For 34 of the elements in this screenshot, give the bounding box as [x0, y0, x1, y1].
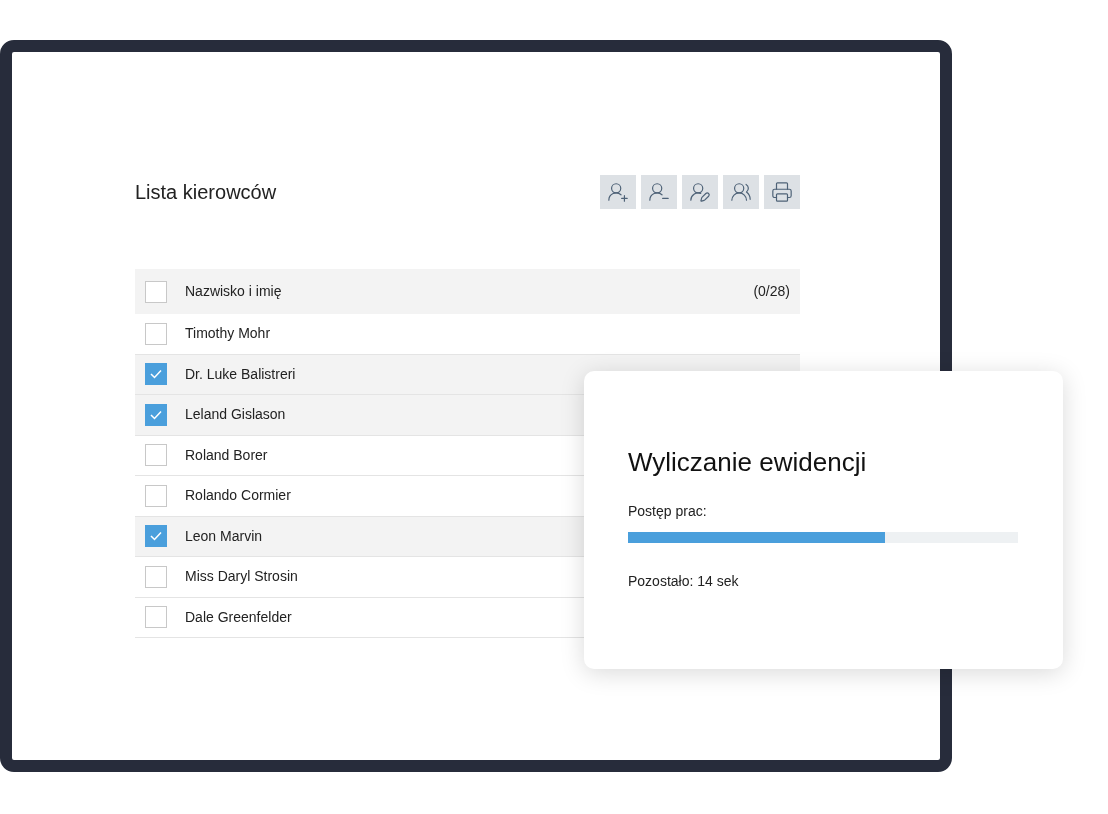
driver-name: Roland Borer [185, 445, 268, 465]
user-minus-icon [648, 181, 670, 203]
checkbox[interactable] [145, 363, 167, 386]
driver-name: Leland Gislason [185, 405, 286, 425]
add-user-button[interactable] [600, 175, 636, 209]
checkmark-icon [150, 369, 162, 380]
driver-name: Rolando Cormier [185, 486, 291, 506]
users-button[interactable] [723, 175, 759, 209]
checkbox[interactable] [145, 565, 167, 588]
checkbox[interactable] [145, 444, 167, 467]
checkbox[interactable] [145, 280, 167, 303]
checkbox[interactable] [145, 322, 167, 345]
user-plus-icon [607, 181, 629, 203]
user-pen-icon [689, 181, 711, 203]
users-icon [730, 181, 752, 203]
driver-name: Leon Marvin [185, 526, 263, 546]
remove-user-button[interactable] [641, 175, 677, 209]
column-header: Nazwisko i imię [185, 282, 283, 301]
edit-user-button[interactable] [682, 175, 718, 209]
selection-count: (0/28) [753, 282, 790, 301]
print-button[interactable] [764, 175, 800, 209]
list-title: Lista kierowców [135, 180, 277, 205]
checkmark-icon [150, 409, 162, 420]
checkbox[interactable] [145, 525, 167, 548]
driver-name: Dr. Luke Balistreri [185, 364, 296, 384]
driver-name: Timothy Mohr [185, 324, 271, 344]
checkmark-icon [150, 531, 162, 542]
checkbox[interactable] [145, 403, 167, 426]
checkbox[interactable] [145, 606, 167, 629]
remaining-time: Pozostało: 14 sek [628, 572, 740, 591]
driver-name: Miss Daryl Strosin [185, 567, 298, 587]
checkbox[interactable] [145, 484, 167, 507]
driver-name: Dale Greenfelder [185, 607, 292, 627]
printer-icon [771, 181, 793, 203]
